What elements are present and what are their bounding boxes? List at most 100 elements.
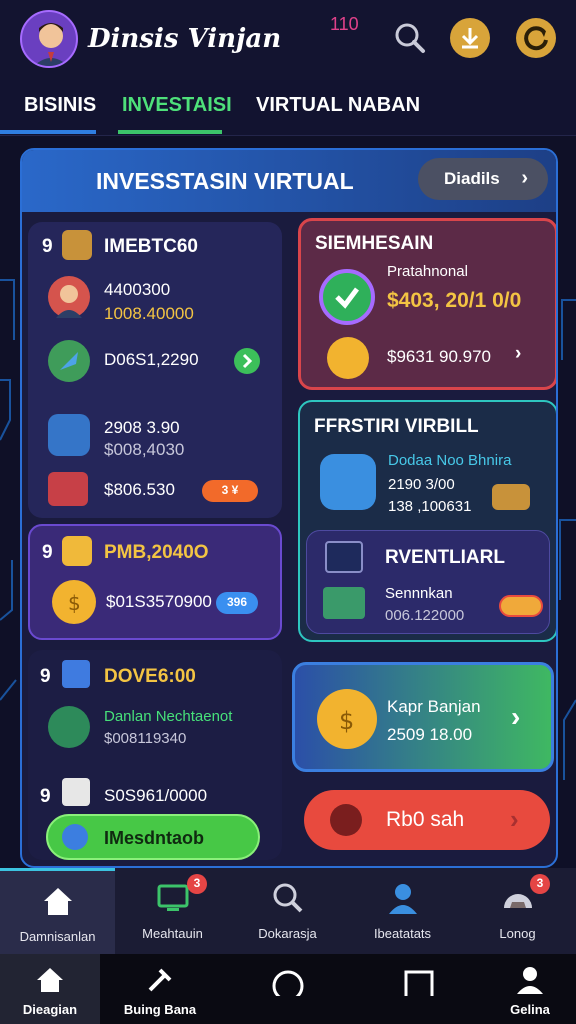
chevron-right-icon: › xyxy=(521,167,528,189)
row3-value: 2908 3.90 xyxy=(104,418,180,437)
avatar-icon xyxy=(48,276,90,318)
chart-board-icon xyxy=(48,472,88,506)
summary-card[interactable]: SIEMHESAIN Pratahnonal $403, 20/1 0/0 $9… xyxy=(298,218,556,390)
summary-value: $403, 20/1 0/0 xyxy=(387,289,522,312)
chevron-right-icon[interactable]: › xyxy=(511,701,520,733)
nav-label: Meahtauin xyxy=(142,926,203,941)
red-action-button[interactable]: Rb0 sah › xyxy=(304,790,550,850)
row3-sub: $008,4030 xyxy=(104,440,185,459)
value: $01S3570900 xyxy=(106,592,212,611)
app-title: Dinsis Vinjan xyxy=(88,24,282,54)
notification-badge: 3 xyxy=(530,874,550,894)
system-nav-bar: Dieagian Buing Bana Gelina xyxy=(0,954,576,1024)
vault-icon xyxy=(320,454,376,510)
card-heading-num: 9 xyxy=(42,542,53,563)
search-icon xyxy=(270,880,306,916)
rocket-icon xyxy=(48,340,90,382)
asset-card-1[interactable]: 9 IMEBTC60 4400300 1008.40000 D06S1,2290… xyxy=(28,222,282,518)
nav-label: Lonog xyxy=(499,926,536,941)
loan-value: 2509 18.00 xyxy=(387,725,473,744)
sys-label: Buing Bana xyxy=(123,1002,197,1017)
loan-label: Kapr Banjan xyxy=(387,697,481,716)
row1-sub: 1008.40000 xyxy=(104,304,194,323)
panel-header: INVESSTASIN VIRTUAL Diadils › xyxy=(22,150,556,212)
asset-card-2[interactable]: 9 PMB,2040O $ $01S3570900 396 xyxy=(28,524,282,640)
money-icon xyxy=(48,706,90,748)
row-title: Dodaa Noo Bhnira xyxy=(388,452,512,469)
coin-icon xyxy=(327,337,369,379)
tab-indicator-active xyxy=(118,130,222,134)
coin-gear-icon: $ xyxy=(317,689,377,749)
row1-title: Danlan Nechtaenot xyxy=(104,708,233,725)
sys-tools[interactable]: Buing Bana xyxy=(110,954,210,1024)
nav-item-long[interactable]: 3 Lonog xyxy=(460,868,575,954)
sys-home[interactable]: Dieagian xyxy=(0,954,100,1024)
monitor-icon xyxy=(155,880,191,916)
notification-count: 110 xyxy=(330,14,359,34)
value-pill[interactable]: 396 xyxy=(216,592,258,614)
card-heading: PMB,2040O xyxy=(104,542,209,563)
sys-label: Gelina xyxy=(510,1002,550,1017)
square-recents-icon xyxy=(402,964,434,1000)
avatar[interactable] xyxy=(20,10,78,68)
chevron-right-icon[interactable]: › xyxy=(515,343,521,365)
notification-badge: 3 xyxy=(187,874,207,894)
nav-label: Ibeatatats xyxy=(373,926,432,941)
primary-action-button[interactable]: IMesdntaob xyxy=(46,814,260,860)
bottom-app-nav: Damnisanlan 3 Meahtauin Dokarasja Ibeata… xyxy=(0,868,576,954)
nav-label: Dokarasja xyxy=(258,926,317,941)
sys-home-button[interactable] xyxy=(238,954,338,1024)
tab-virtual-naban[interactable]: VIRTUAL NABAN xyxy=(256,94,420,117)
rental-value: 006.122000 xyxy=(385,607,465,624)
download-icon[interactable] xyxy=(450,18,490,58)
card-heading: FFRSTIRI VIRBILL xyxy=(314,416,479,437)
summary-row2-value: $9631 90.970 xyxy=(387,347,491,366)
phone-icon xyxy=(325,541,363,573)
loan-card[interactable]: $ Kapr Banjan 2509 18.00 › xyxy=(292,662,554,772)
chevron-right-icon: › xyxy=(510,804,519,834)
panel-title: INVESSTASIN VIRTUAL xyxy=(96,168,354,194)
primary-action-label: IMesdntaob xyxy=(104,828,205,848)
gear-person-icon xyxy=(385,880,421,916)
rental-card[interactable]: RVENTLIARL Sennnkan 006.122000 xyxy=(306,530,550,634)
circle-home-icon xyxy=(272,964,304,1002)
card-heading-num: 9 xyxy=(40,666,51,687)
card-heading: DOVE6:00 xyxy=(104,666,196,687)
search-icon[interactable] xyxy=(390,18,430,58)
card-heading-num: 9 xyxy=(42,236,53,257)
summary-label: Pratahnonal xyxy=(387,263,468,280)
investment-panel: INVESSTASIN VIRTUAL Diadils › 9 IMEBTC60… xyxy=(20,148,558,868)
sys-profile[interactable]: Gelina xyxy=(480,954,576,1024)
svg-text:$: $ xyxy=(339,707,354,735)
nav-item-search[interactable]: Dokarasja xyxy=(230,868,345,954)
svg-text:$: $ xyxy=(68,591,81,615)
refresh-icon[interactable] xyxy=(516,18,556,58)
computer-icon xyxy=(323,587,365,619)
top-tabs: BISINIS INVESTAISI VIRTUAL NABAN xyxy=(0,80,576,136)
nav-item-home[interactable]: Damnisanlan xyxy=(0,868,115,954)
check-circle-icon xyxy=(319,269,375,325)
tools-icon xyxy=(62,230,92,260)
row4-value: $806.530 xyxy=(104,480,175,499)
row4-pill[interactable]: 3 ¥ xyxy=(202,480,258,502)
sys-label: Dieagian xyxy=(22,1002,78,1017)
nav-item-stats[interactable]: Ibeatatats xyxy=(345,868,460,954)
card-heading: RVENTLIARL xyxy=(385,547,505,568)
details-button[interactable]: Diadils › xyxy=(418,158,548,200)
tools-icon xyxy=(144,964,176,996)
row2-value: S0S961/0000 xyxy=(104,786,208,805)
tab-bisinis[interactable]: BISINIS xyxy=(24,94,96,117)
status-badge[interactable] xyxy=(499,595,543,617)
tab-investaisi[interactable]: INVESTAISI xyxy=(122,94,232,117)
row2-num: 9 xyxy=(40,786,51,807)
coin-icon: $ xyxy=(52,580,96,624)
sys-recents-button[interactable] xyxy=(368,954,468,1024)
row1-sub: $008119340 xyxy=(104,730,187,747)
nav-item-monitor[interactable]: 3 Meahtauin xyxy=(115,868,230,954)
gear-icon xyxy=(330,804,362,836)
forward-icon[interactable] xyxy=(234,348,260,374)
home-icon xyxy=(34,964,66,996)
star-icon xyxy=(62,536,92,566)
tab-indicator xyxy=(0,130,96,134)
tools-icon xyxy=(492,484,530,510)
